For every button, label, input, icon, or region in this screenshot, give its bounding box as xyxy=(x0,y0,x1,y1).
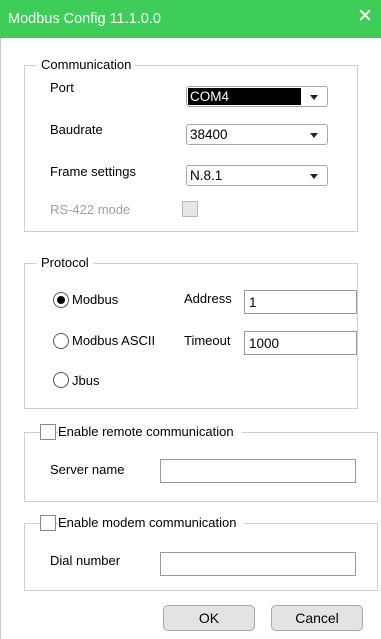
chevron-down-icon[interactable] xyxy=(304,127,324,142)
modbus-radio-label[interactable]: Modbus xyxy=(72,292,118,308)
rs422-mode-label: RS-422 mode xyxy=(50,202,131,217)
cancel-button[interactable]: Cancel xyxy=(271,605,363,631)
baudrate-select[interactable]: 38400 xyxy=(186,124,328,145)
server-name-label: Server name xyxy=(50,462,125,477)
baudrate-value: 38400 xyxy=(190,127,228,142)
ok-button[interactable]: OK xyxy=(163,605,255,631)
window-border xyxy=(0,38,1,639)
enable-modem-label[interactable]: Enable modem communication xyxy=(58,515,245,531)
enable-remote-checkbox[interactable] xyxy=(40,424,56,440)
port-label: Port xyxy=(50,80,74,95)
window-title: Modbus Config 11.1.0.0 xyxy=(8,11,161,27)
frame-settings-label: Frame settings xyxy=(50,164,136,179)
port-select[interactable]: COM4 xyxy=(186,86,328,107)
jbus-radio-label[interactable]: Jbus xyxy=(72,373,99,389)
protocol-legend: Protocol xyxy=(37,255,93,271)
chevron-down-icon[interactable] xyxy=(304,168,324,183)
rs422-mode-checkbox xyxy=(182,201,198,217)
modbus-ascii-radio[interactable] xyxy=(53,333,69,349)
communication-legend: Communication xyxy=(37,57,136,73)
frame-settings-select[interactable]: N.8.1 xyxy=(186,165,328,186)
enable-remote-label[interactable]: Enable remote communication xyxy=(58,424,242,440)
address-input[interactable]: 1 xyxy=(244,290,357,314)
modbus-radio[interactable] xyxy=(53,292,69,308)
dial-number-label: Dial number xyxy=(50,553,121,568)
modbus-ascii-radio-label[interactable]: Modbus ASCII xyxy=(72,333,155,349)
enable-modem-checkbox[interactable] xyxy=(40,515,56,531)
chevron-down-icon[interactable] xyxy=(304,89,324,104)
timeout-label: Timeout xyxy=(184,333,231,348)
dial-number-input[interactable] xyxy=(160,552,356,576)
title-bar: Modbus Config 11.1.0.0 ✕ xyxy=(0,0,381,38)
timeout-input[interactable]: 1000 xyxy=(244,331,357,355)
baudrate-label: Baudrate xyxy=(50,122,103,137)
jbus-radio[interactable] xyxy=(53,372,69,388)
address-label: Address xyxy=(184,291,232,306)
frame-settings-value: N.8.1 xyxy=(190,168,223,183)
server-name-input[interactable] xyxy=(160,459,356,483)
close-icon[interactable]: ✕ xyxy=(357,7,373,27)
port-value: COM4 xyxy=(188,88,301,105)
